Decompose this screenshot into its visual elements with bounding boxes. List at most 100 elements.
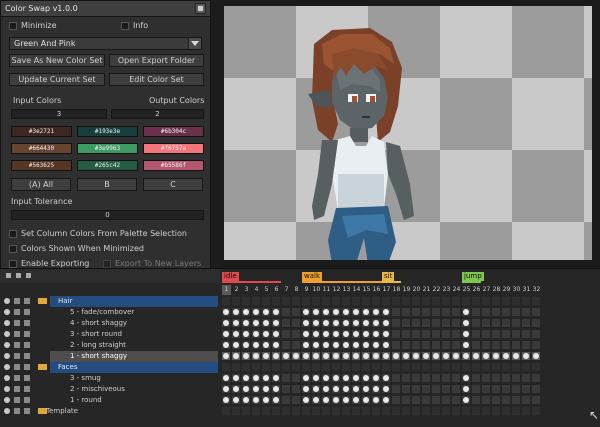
cel[interactable] (352, 341, 360, 349)
cel[interactable] (342, 330, 350, 338)
frame-number[interactable]: 22 (432, 285, 441, 295)
cel[interactable] (352, 396, 360, 404)
eye-icon[interactable] (4, 364, 10, 370)
cel[interactable] (502, 363, 510, 371)
cel[interactable] (442, 308, 450, 316)
cel[interactable] (302, 396, 310, 404)
frame-number[interactable]: 13 (342, 285, 351, 295)
cel[interactable] (342, 396, 350, 404)
color-swatch[interactable]: #193e3e (77, 126, 138, 137)
dialog-titlebar[interactable]: Color Swap v1.0.0 (1, 1, 210, 17)
last-frame-icon[interactable] (26, 273, 31, 278)
cel[interactable] (282, 297, 290, 305)
cel[interactable] (312, 341, 320, 349)
cel[interactable] (312, 308, 320, 316)
layer-row[interactable]: 2 - long straight (0, 340, 600, 351)
cel[interactable] (312, 396, 320, 404)
cel[interactable] (372, 396, 380, 404)
frame-number[interactable]: 32 (532, 285, 541, 295)
cel[interactable] (402, 363, 410, 371)
cel[interactable] (492, 363, 500, 371)
cel[interactable] (292, 330, 300, 338)
cel[interactable] (312, 363, 320, 371)
cel[interactable] (372, 297, 380, 305)
lock-icon[interactable] (14, 331, 20, 337)
frame-number[interactable]: 1 (222, 285, 231, 295)
frame-number[interactable]: 5 (262, 285, 271, 295)
cel[interactable] (532, 330, 540, 338)
cel[interactable] (252, 385, 260, 393)
cel[interactable] (312, 374, 320, 382)
tolerance-slider[interactable]: 0 (11, 210, 204, 220)
cel[interactable] (462, 407, 470, 415)
cel[interactable] (372, 374, 380, 382)
cel[interactable] (412, 319, 420, 327)
set-column-checkbox[interactable] (9, 229, 17, 238)
cel[interactable] (422, 341, 430, 349)
frame-number[interactable]: 20 (412, 285, 421, 295)
cel[interactable] (472, 396, 480, 404)
cel[interactable] (442, 352, 450, 360)
cel[interactable] (292, 341, 300, 349)
minimize-checkbox[interactable] (9, 21, 17, 30)
cel[interactable] (432, 297, 440, 305)
cel[interactable] (402, 297, 410, 305)
cel[interactable] (442, 385, 450, 393)
cel[interactable] (392, 308, 400, 316)
cel[interactable] (342, 407, 350, 415)
cel[interactable] (362, 363, 370, 371)
cel[interactable] (222, 352, 230, 360)
cel[interactable] (492, 396, 500, 404)
cel[interactable] (282, 319, 290, 327)
cel[interactable] (382, 319, 390, 327)
cel[interactable] (472, 308, 480, 316)
cel[interactable] (292, 297, 300, 305)
cel[interactable] (432, 396, 440, 404)
cel[interactable] (262, 297, 270, 305)
cel[interactable] (382, 297, 390, 305)
cel[interactable] (322, 297, 330, 305)
continuous-icon[interactable] (24, 375, 30, 381)
frame-number[interactable]: 12 (332, 285, 341, 295)
cel[interactable] (222, 385, 230, 393)
cel[interactable] (302, 319, 310, 327)
cel[interactable] (292, 407, 300, 415)
enable-export-checkbox[interactable] (9, 259, 17, 268)
eye-icon[interactable] (4, 342, 10, 348)
cel[interactable] (232, 396, 240, 404)
cel[interactable] (402, 330, 410, 338)
frame-number[interactable]: 3 (242, 285, 251, 295)
cel[interactable] (492, 352, 500, 360)
cel[interactable] (322, 352, 330, 360)
cel[interactable] (472, 374, 480, 382)
cel[interactable] (342, 363, 350, 371)
edit-color-set-button[interactable]: Edit Color Set (109, 73, 204, 86)
cel[interactable] (242, 308, 250, 316)
cel[interactable] (262, 363, 270, 371)
cel[interactable] (422, 396, 430, 404)
cel[interactable] (412, 363, 420, 371)
cel[interactable] (392, 374, 400, 382)
cel[interactable] (252, 297, 260, 305)
tag-jump[interactable]: jump (462, 272, 484, 281)
cel[interactable] (372, 385, 380, 393)
layer-group-row[interactable]: Faces (0, 362, 600, 373)
cel[interactable] (422, 374, 430, 382)
cel[interactable] (442, 341, 450, 349)
lock-icon[interactable] (14, 386, 20, 392)
cel[interactable] (452, 396, 460, 404)
frame-number[interactable]: 31 (522, 285, 531, 295)
cel[interactable] (262, 341, 270, 349)
cel[interactable] (502, 330, 510, 338)
cel[interactable] (522, 363, 530, 371)
cel[interactable] (332, 385, 340, 393)
cel[interactable] (512, 297, 520, 305)
cel[interactable] (472, 330, 480, 338)
cel[interactable] (232, 297, 240, 305)
eye-icon[interactable] (4, 320, 10, 326)
frame-number[interactable]: 21 (422, 285, 431, 295)
lock-icon[interactable] (14, 298, 20, 304)
cel[interactable] (402, 319, 410, 327)
cel[interactable] (262, 407, 270, 415)
cel[interactable] (532, 407, 540, 415)
